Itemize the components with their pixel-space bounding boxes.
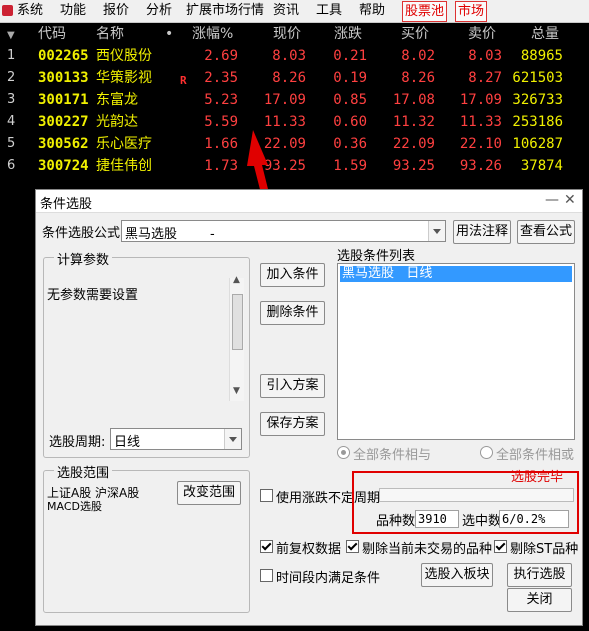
params-group: 计算参数 无参数需要设置 ▲ ▼ 选股周期: 日线 [43, 249, 250, 458]
execute-screening-button[interactable]: 执行选股 [507, 563, 572, 587]
dialog-titlebar: 条件选股 — ✕ [36, 190, 582, 213]
scroll-up-icon[interactable]: ▲ [233, 275, 240, 285]
stock-screening-dialog: 条件选股 — ✕ 条件选股公式 黑马选股 - 用法注释 查看公式 计算参数 无参… [35, 189, 583, 626]
params-text: 无参数需要设置 [47, 288, 139, 303]
delete-condition-button[interactable]: 删除条件 [260, 301, 325, 325]
chevron-down-icon[interactable] [224, 429, 241, 449]
radio-and[interactable] [337, 446, 350, 459]
use-undetermined-checkbox[interactable] [260, 489, 273, 502]
time-condition-checkbox[interactable] [260, 569, 273, 582]
period-label: 选股周期: [49, 435, 106, 450]
add-to-block-button[interactable]: 选股入板块 [421, 563, 493, 587]
radio-or[interactable] [480, 446, 493, 459]
exclude-st-label: 剔除ST品种 [510, 542, 579, 557]
view-formula-button[interactable]: 查看公式 [517, 220, 575, 244]
close-button[interactable]: 关闭 [507, 588, 572, 612]
condition-listbox[interactable]: 黑马选股 日线 [337, 263, 575, 440]
forward-adjust-checkbox[interactable] [260, 540, 273, 553]
exclude-st-checkbox[interactable] [494, 540, 507, 553]
time-condition-label: 时间段内满足条件 [276, 571, 381, 586]
formula-label: 条件选股公式 [42, 226, 121, 241]
params-group-title: 计算参数 [54, 249, 113, 268]
scroll-down-icon[interactable]: ▼ [233, 386, 240, 396]
chevron-down-icon[interactable] [428, 221, 445, 241]
condition-list-label: 选股条件列表 [337, 249, 416, 264]
radio-or-label: 全部条件相或 [496, 448, 575, 463]
radio-and-label: 全部条件相与 [353, 448, 432, 463]
params-scrollbar[interactable]: ▲ ▼ [229, 275, 244, 401]
change-range-button[interactable]: 改变范围 [177, 481, 241, 505]
minimize-icon[interactable]: — [545, 192, 559, 208]
usage-notes-button[interactable]: 用法注释 [453, 220, 511, 244]
condition-list-item[interactable]: 黑马选股 日线 [340, 266, 572, 282]
formula-select-value: 黑马选股 - [125, 227, 215, 242]
save-plan-button[interactable]: 保存方案 [260, 412, 325, 436]
range-macd: MACD选股 [47, 500, 102, 513]
formula-select[interactable]: 黑马选股 - [121, 220, 446, 242]
close-icon[interactable]: ✕ [564, 192, 576, 208]
import-plan-button[interactable]: 引入方案 [260, 374, 325, 398]
range-group-title: 选股范围 [54, 462, 113, 481]
period-select-value: 日线 [114, 435, 141, 450]
forward-adjust-label: 前复权数据 [276, 542, 342, 557]
scrollbar-thumb[interactable] [232, 294, 243, 350]
done-status-text: 选股完毕 [511, 470, 564, 485]
range-group: 选股范围 上证A股 沪深A股 MACD选股 改变范围 [43, 462, 250, 613]
add-condition-button[interactable]: 加入条件 [260, 263, 325, 287]
period-select[interactable]: 日线 [110, 428, 242, 450]
dialog-title: 条件选股 [40, 197, 93, 212]
exclude-untraded-checkbox[interactable] [346, 540, 359, 553]
exclude-untraded-label: 剔除当前未交易的品种 [362, 542, 493, 557]
